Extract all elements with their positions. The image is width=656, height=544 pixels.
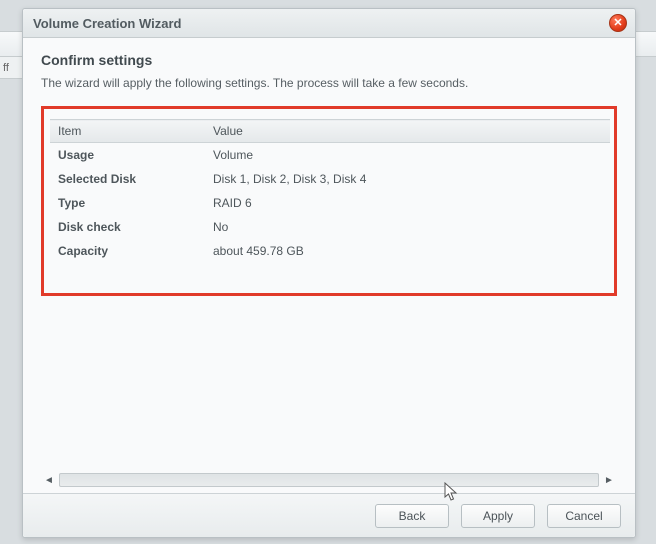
back-button[interactable]: Back	[375, 504, 449, 528]
scroll-left-icon[interactable]: ◄	[43, 475, 55, 486]
dialog-footer: Back Apply Cancel	[23, 493, 635, 537]
col-item: Item	[50, 120, 205, 143]
row-key: Disk check	[50, 215, 205, 239]
row-key: Capacity	[50, 239, 205, 263]
cancel-button[interactable]: Cancel	[547, 504, 621, 528]
settings-table: Item Value Usage Volume Selected Disk Di…	[50, 119, 610, 263]
row-value: Volume	[205, 143, 610, 168]
row-key: Type	[50, 191, 205, 215]
background-fragment: ff	[0, 57, 22, 79]
row-key: Usage	[50, 143, 205, 168]
settings-highlight: Item Value Usage Volume Selected Disk Di…	[41, 106, 617, 296]
dialog-title: Volume Creation Wizard	[33, 16, 609, 31]
wizard-dialog: Volume Creation Wizard ✕ Confirm setting…	[22, 8, 636, 538]
page-heading: Confirm settings	[41, 52, 617, 68]
scroll-track[interactable]	[59, 473, 599, 487]
table-row: Capacity about 459.78 GB	[50, 239, 610, 263]
page-subtext: The wizard will apply the following sett…	[41, 76, 617, 90]
horizontal-scrollbar[interactable]: ◄ ►	[41, 473, 617, 487]
table-row: Usage Volume	[50, 143, 610, 168]
close-button[interactable]: ✕	[609, 14, 627, 32]
scroll-right-icon[interactable]: ►	[603, 475, 615, 486]
row-value: Disk 1, Disk 2, Disk 3, Disk 4	[205, 167, 610, 191]
row-value: No	[205, 215, 610, 239]
spacer	[41, 300, 617, 473]
table-row: Selected Disk Disk 1, Disk 2, Disk 3, Di…	[50, 167, 610, 191]
col-value: Value	[205, 120, 610, 143]
apply-button[interactable]: Apply	[461, 504, 535, 528]
dialog-content: Confirm settings The wizard will apply t…	[23, 38, 635, 493]
table-row: Disk check No	[50, 215, 610, 239]
row-value: about 459.78 GB	[205, 239, 610, 263]
row-value: RAID 6	[205, 191, 610, 215]
row-key: Selected Disk	[50, 167, 205, 191]
titlebar: Volume Creation Wizard ✕	[23, 9, 635, 38]
close-icon: ✕	[613, 18, 622, 29]
table-row: Type RAID 6	[50, 191, 610, 215]
